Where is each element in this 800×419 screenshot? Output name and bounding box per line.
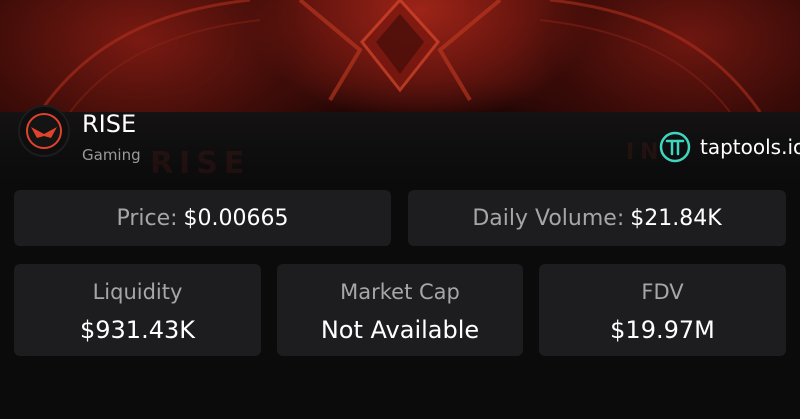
liquidity-card: Liquidity $931.43K — [14, 264, 261, 356]
price-value: $0.00665 — [183, 205, 289, 231]
brand-link[interactable]: taptools.io — [658, 130, 800, 164]
market-cap-card: Market Cap Not Available — [277, 264, 523, 356]
taptools-logo-icon — [659, 131, 691, 163]
fdv-card: FDV $19.97M — [539, 264, 786, 356]
rise-bird-logo-icon — [26, 113, 62, 149]
fdv-label: FDV — [641, 280, 684, 304]
banner-ghost-lettering: RISE — [150, 146, 251, 181]
daily-volume-label: Daily Volume: — [472, 205, 625, 231]
market-cap-value: Not Available — [320, 316, 480, 344]
liquidity-label: Liquidity — [92, 280, 183, 304]
market-cap-label: Market Cap — [340, 280, 460, 304]
token-logo — [18, 105, 70, 157]
banner-artwork — [38, 0, 762, 112]
price-label: Price: — [116, 205, 178, 231]
token-name: RISE — [82, 110, 137, 138]
price-card: Price: $0.00665 — [14, 190, 391, 246]
token-category: Gaming — [82, 146, 141, 164]
liquidity-value: $931.43K — [80, 316, 195, 344]
fdv-value: $19.97M — [610, 316, 715, 344]
daily-volume-value: $21.84K — [630, 205, 722, 231]
brand-name: taptools.io — [700, 135, 800, 159]
daily-volume-card: Daily Volume: $21.84K — [408, 190, 786, 246]
token-banner — [0, 0, 800, 112]
